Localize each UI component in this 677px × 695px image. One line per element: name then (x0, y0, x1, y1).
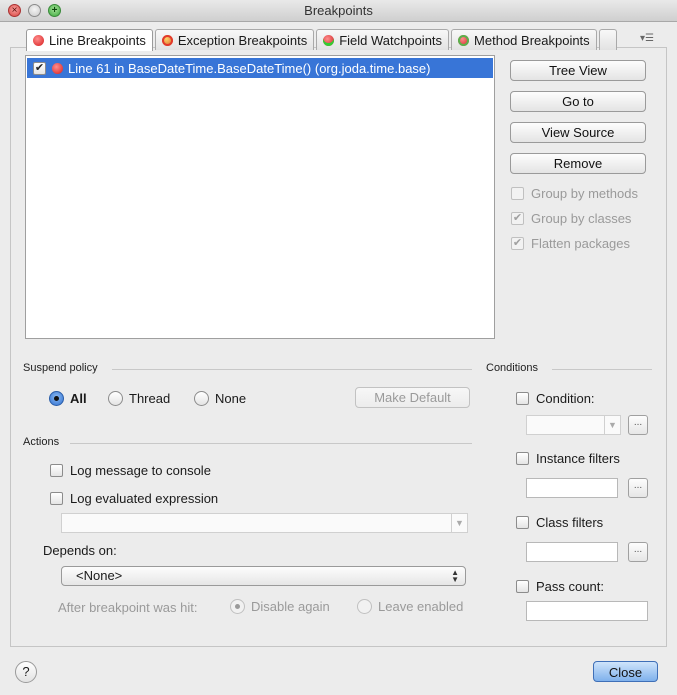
tab-label: Method Breakpoints (474, 32, 590, 48)
chevron-down-icon: ▼ (604, 416, 620, 434)
select-arrows-icon: ▲ ▼ (451, 568, 459, 584)
checkbox-box (50, 464, 63, 477)
checkbox-label: Group by classes (531, 211, 632, 226)
actions-heading: Actions (23, 436, 60, 448)
breakpoint-enabled-checkbox[interactable]: ✔ (33, 61, 46, 75)
checkbox-box (50, 492, 63, 505)
tab-method-breakpoints[interactable]: Method Breakpoints (451, 29, 597, 50)
radio-dot (194, 391, 209, 406)
checkbox-label: Group by methods (531, 186, 638, 201)
checkbox-box (516, 392, 529, 405)
pass-count-input[interactable] (526, 601, 648, 621)
radio-dot (230, 599, 245, 614)
list-item[interactable]: ✔ Line 61 in BaseDateTime.BaseDateTime()… (27, 58, 493, 78)
checkbox-label: Instance filters (536, 451, 620, 466)
radio-dot (357, 599, 372, 614)
condition-input[interactable]: ▼ (526, 415, 621, 435)
checkbox-label: Pass count: (536, 579, 604, 594)
tab-menu-icon[interactable]: ▾☰ (640, 33, 654, 44)
remove-button[interactable]: Remove (510, 153, 646, 174)
log-expression-checkbox[interactable]: Log evaluated expression (50, 491, 218, 506)
instance-filters-input[interactable] (526, 478, 618, 498)
help-button[interactable]: ? (15, 661, 37, 683)
suspend-policy-heading: Suspend policy (23, 362, 98, 374)
radio-label: None (215, 391, 247, 406)
divider (552, 369, 652, 370)
divider (112, 369, 472, 370)
class-filters-checkbox[interactable]: Class filters (516, 515, 603, 530)
window-title: Breakpoints (304, 3, 373, 18)
tab-exception-breakpoints[interactable]: Exception Breakpoints (154, 29, 315, 50)
checkbox-box (516, 452, 529, 465)
tab-line-breakpoints[interactable]: Line Breakpoints (26, 29, 153, 51)
log-expression-input[interactable]: ▼ (61, 513, 468, 533)
make-default-button[interactable]: Make Default (355, 387, 470, 408)
checkbox-box: ✔ (511, 212, 524, 225)
checkbox-box (511, 187, 524, 200)
group-by-methods-checkbox[interactable]: Group by methods (511, 186, 638, 201)
after-hit-label: After breakpoint was hit: (58, 600, 198, 615)
checkbox-box (516, 580, 529, 593)
breakpoint-type-tabs: Line Breakpoints Exception Breakpoints F… (26, 29, 619, 51)
conditions-heading: Conditions (486, 362, 538, 374)
group-by-classes-checkbox[interactable]: ✔ Group by classes (511, 211, 631, 226)
radio-label: Thread (129, 391, 171, 406)
close-button[interactable]: Close (593, 661, 658, 682)
line-breakpoint-icon (33, 35, 44, 46)
title-bar: × + Breakpoints (0, 0, 677, 22)
line-breakpoint-icon (52, 62, 63, 74)
condition-checkbox[interactable]: Condition: (516, 391, 595, 406)
chevron-down-icon: ▼ (451, 514, 467, 532)
tab-label: Line Breakpoints (49, 33, 146, 48)
checkbox-label: Log evaluated expression (70, 491, 219, 506)
tab-field-watchpoints[interactable]: Field Watchpoints (316, 29, 450, 50)
radio-label: Leave enabled (378, 599, 464, 614)
suspend-thread-radio[interactable]: Thread (108, 391, 170, 406)
class-filters-input[interactable] (526, 542, 618, 562)
radio-dot (108, 391, 123, 406)
tab-label: Exception Breakpoints (177, 32, 308, 48)
depends-on-select[interactable]: <None> ▲ ▼ (61, 566, 466, 586)
exception-breakpoint-icon (161, 34, 173, 46)
flatten-packages-checkbox[interactable]: ✔ Flatten packages (511, 236, 630, 251)
disable-again-radio[interactable]: Disable again (230, 599, 330, 614)
pass-count-checkbox[interactable]: Pass count: (516, 579, 604, 594)
leave-enabled-radio[interactable]: Leave enabled (357, 599, 463, 614)
radio-label: All (70, 391, 87, 406)
suspend-all-radio[interactable]: All (49, 391, 87, 406)
field-watchpoint-icon (323, 34, 335, 46)
checkbox-box (516, 516, 529, 529)
divider (70, 443, 472, 444)
method-breakpoint-icon (458, 34, 470, 46)
tree-view-button[interactable]: Tree View (510, 60, 646, 81)
go-to-button[interactable]: Go to (510, 91, 646, 112)
depends-on-label: Depends on: (43, 543, 117, 558)
breakpoint-list[interactable]: ✔ Line 61 in BaseDateTime.BaseDateTime()… (25, 55, 495, 339)
breakpoint-label: Line 61 in BaseDateTime.BaseDateTime() (… (68, 60, 431, 76)
checkbox-label: Log message to console (70, 463, 211, 478)
radio-label: Disable again (251, 599, 330, 614)
select-value: <None> (76, 568, 123, 583)
checkbox-label: Flatten packages (531, 236, 631, 251)
radio-dot (49, 391, 64, 406)
class-filters-browse-button[interactable]: ... (628, 542, 648, 562)
instance-filters-checkbox[interactable]: Instance filters (516, 451, 620, 466)
tab-overflow[interactable] (598, 29, 617, 50)
tab-label: Field Watchpoints (339, 32, 443, 48)
checkbox-label: Class filters (536, 515, 604, 530)
checkbox-label: Condition: (536, 391, 595, 406)
instance-filters-browse-button[interactable]: ... (628, 478, 648, 498)
log-message-checkbox[interactable]: Log message to console (50, 463, 211, 478)
view-source-button[interactable]: View Source (510, 122, 646, 143)
suspend-none-radio[interactable]: None (194, 391, 246, 406)
condition-browse-button[interactable]: ... (628, 415, 648, 435)
checkbox-box: ✔ (511, 237, 524, 250)
